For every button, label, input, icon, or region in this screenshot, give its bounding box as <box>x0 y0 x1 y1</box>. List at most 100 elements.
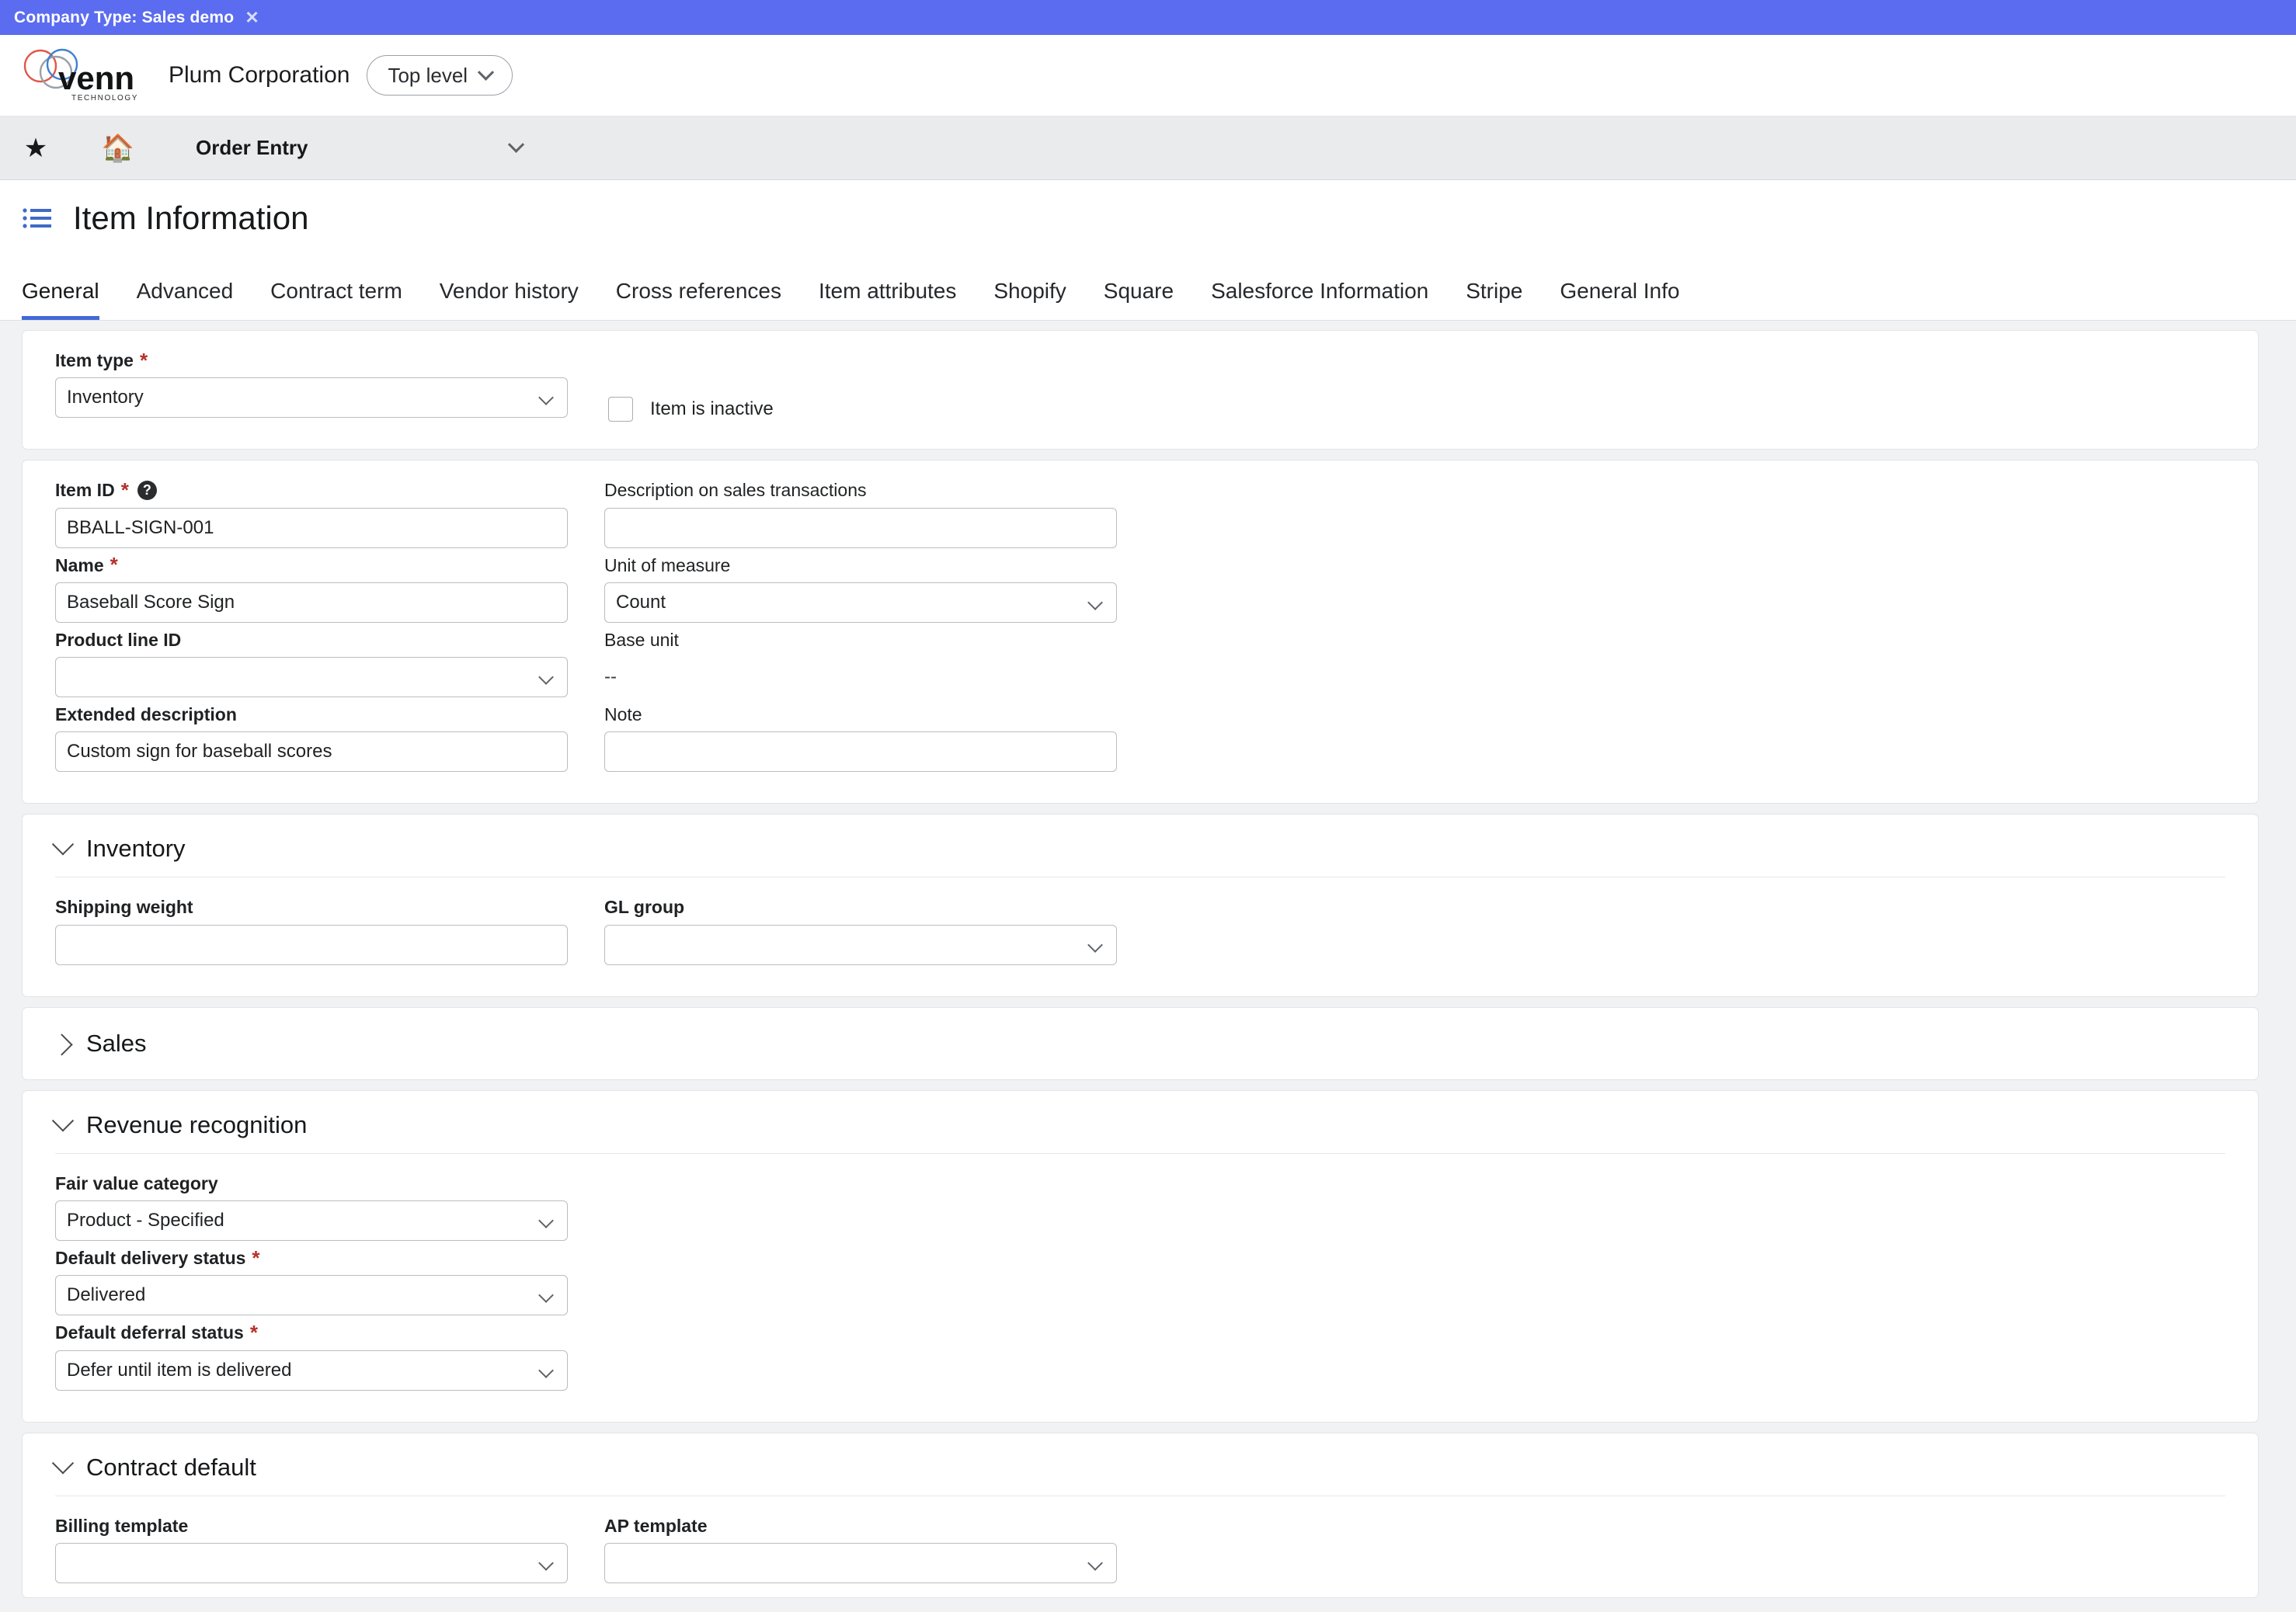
default-deferral-status-field: Default deferral status * Defer until it… <box>55 1321 568 1391</box>
tab-stripe[interactable]: Stripe <box>1466 279 1522 320</box>
product-line-id-field: Product line ID <box>55 630 568 698</box>
chevron-down-icon <box>51 1109 75 1132</box>
fair-value-category-label: Fair value category <box>55 1173 218 1193</box>
shipping-weight-label: Shipping weight <box>55 897 193 918</box>
unit-of-measure-field: Unit of measure Count <box>604 555 1117 623</box>
shipping-weight-field: Shipping weight <box>55 897 568 965</box>
sales-section-card: Sales <box>22 1006 2259 1080</box>
default-deferral-status-select[interactable]: Defer until item is delivered <box>55 1350 568 1391</box>
shipping-weight-input[interactable] <box>55 924 568 965</box>
fair-value-category-field: Fair value category Product - Specified <box>55 1173 568 1242</box>
star-icon[interactable]: ★ <box>14 127 57 170</box>
item-id-input[interactable]: BBALL-SIGN-001 <box>55 507 568 548</box>
gl-group-select[interactable] <box>604 924 1117 965</box>
item-id-label: Item ID * ? <box>55 478 568 502</box>
note-label: Note <box>604 704 642 725</box>
revenue-recognition-section-header[interactable]: Revenue recognition <box>51 1109 2225 1154</box>
item-type-card: Item type * Inventory Item is inactive <box>22 330 2259 450</box>
contract-default-section-card: Contract default Billing template AP tem… <box>22 1432 2259 1598</box>
unit-of-measure-select[interactable]: Count <box>604 582 1117 623</box>
required-asterisk: * <box>252 1245 260 1270</box>
chevron-right-icon <box>50 1034 73 1056</box>
item-is-inactive-label: Item is inactive <box>650 398 774 420</box>
contract-default-section-title: Contract default <box>86 1453 256 1481</box>
required-asterisk: * <box>110 553 118 577</box>
chevron-down-icon <box>477 64 495 81</box>
tab-cross-references[interactable]: Cross references <box>616 279 781 320</box>
name-input[interactable]: Baseball Score Sign <box>55 582 568 623</box>
required-asterisk: * <box>120 478 129 502</box>
scope-selector-label: Top level <box>388 63 468 87</box>
tab-general[interactable]: General <box>22 279 99 320</box>
company-type-banner: Company Type: Sales demo ✕ <box>0 0 2296 35</box>
tab-shopify[interactable]: Shopify <box>993 279 1066 320</box>
item-id-field: Item ID * ? BBALL-SIGN-001 <box>55 478 568 548</box>
inventory-section-card: Inventory Shipping weight GL group <box>22 814 2259 997</box>
tab-advanced[interactable]: Advanced <box>137 279 234 320</box>
chevron-down-icon <box>51 1451 75 1475</box>
item-details-card: Item ID * ? BBALL-SIGN-001 Name * Baseba… <box>22 460 2259 804</box>
svg-text:venn: venn <box>58 60 134 96</box>
extended-description-input[interactable]: Custom sign for baseball scores <box>55 731 568 773</box>
item-type-select[interactable]: Inventory <box>55 377 568 419</box>
tab-bar: General Advanced Contract term Vendor hi… <box>0 255 2296 321</box>
ap-template-field: AP template <box>604 1516 1117 1583</box>
company-name: Plum Corporation <box>169 62 350 88</box>
fair-value-category-select[interactable]: Product - Specified <box>55 1200 568 1242</box>
item-type-field: Item type * Inventory <box>55 348 568 419</box>
module-nav-bar: ★ 🏠 Order Entry <box>0 116 2296 180</box>
billing-template-label: Billing template <box>55 1515 189 1536</box>
brand-bar: venn TECHNOLOGY Plum Corporation Top lev… <box>0 35 2296 116</box>
scope-selector[interactable]: Top level <box>367 55 513 96</box>
tab-item-attributes[interactable]: Item attributes <box>819 279 956 320</box>
chevron-down-icon <box>51 833 75 856</box>
sales-section-header[interactable]: Sales <box>50 1029 2225 1058</box>
required-asterisk: * <box>249 1321 258 1345</box>
company-type-banner-text: Company Type: Sales demo <box>14 8 235 26</box>
base-unit-label: Base unit <box>604 629 679 650</box>
module-title: Order Entry <box>196 136 308 159</box>
revenue-recognition-section-title: Revenue recognition <box>86 1110 308 1138</box>
close-icon[interactable]: ✕ <box>245 9 259 26</box>
svg-text:TECHNOLOGY: TECHNOLOGY <box>71 94 138 102</box>
note-input[interactable] <box>604 731 1117 773</box>
venn-technology-logo: venn TECHNOLOGY <box>23 48 138 102</box>
tab-square[interactable]: Square <box>1104 279 1174 320</box>
contract-default-section-header[interactable]: Contract default <box>51 1451 2225 1496</box>
form-content: Item type * Inventory Item is inactive I… <box>0 321 2296 1598</box>
tab-contract-term[interactable]: Contract term <box>270 279 402 320</box>
required-asterisk: * <box>139 348 148 372</box>
default-delivery-status-select[interactable]: Delivered <box>55 1275 568 1316</box>
base-unit-field: Base unit -- <box>604 629 1117 697</box>
item-is-inactive-checkbox[interactable] <box>608 397 633 422</box>
description-on-sales-field: Description on sales transactions <box>604 480 1117 548</box>
tab-vendor-history[interactable]: Vendor history <box>440 279 579 320</box>
inventory-section-header[interactable]: Inventory <box>51 833 2225 878</box>
list-icon[interactable] <box>22 207 53 230</box>
chevron-down-icon <box>507 136 524 153</box>
module-dropdown-toggle[interactable] <box>507 136 524 154</box>
ap-template-label: AP template <box>604 1515 708 1536</box>
tab-salesforce-information[interactable]: Salesforce Information <box>1211 279 1428 320</box>
name-field: Name * Baseball Score Sign <box>55 553 568 623</box>
tab-general-info[interactable]: General Info <box>1560 279 1679 320</box>
help-circle-icon[interactable]: ? <box>137 481 157 501</box>
description-on-sales-input[interactable] <box>604 507 1117 548</box>
page-title-row: Item Information <box>0 180 2296 255</box>
page-title: Item Information <box>73 199 309 236</box>
billing-template-field: Billing template <box>55 1516 568 1583</box>
ap-template-select[interactable] <box>604 1542 1117 1583</box>
billing-template-select[interactable] <box>55 1542 568 1583</box>
default-delivery-status-label: Default delivery status * <box>55 1245 260 1270</box>
default-delivery-status-field: Default delivery status * Delivered <box>55 1245 568 1316</box>
inventory-section-title: Inventory <box>86 835 186 863</box>
base-unit-value: -- <box>604 666 617 688</box>
product-line-id-select[interactable] <box>55 657 568 698</box>
name-label: Name * <box>55 553 118 577</box>
description-on-sales-label: Description on sales transactions <box>604 480 867 501</box>
sales-section-title: Sales <box>86 1029 147 1057</box>
home-icon[interactable]: 🏠 <box>96 127 140 170</box>
gl-group-label: GL group <box>604 897 685 918</box>
gl-group-field: GL group <box>604 897 1117 965</box>
extended-description-label: Extended description <box>55 704 237 725</box>
